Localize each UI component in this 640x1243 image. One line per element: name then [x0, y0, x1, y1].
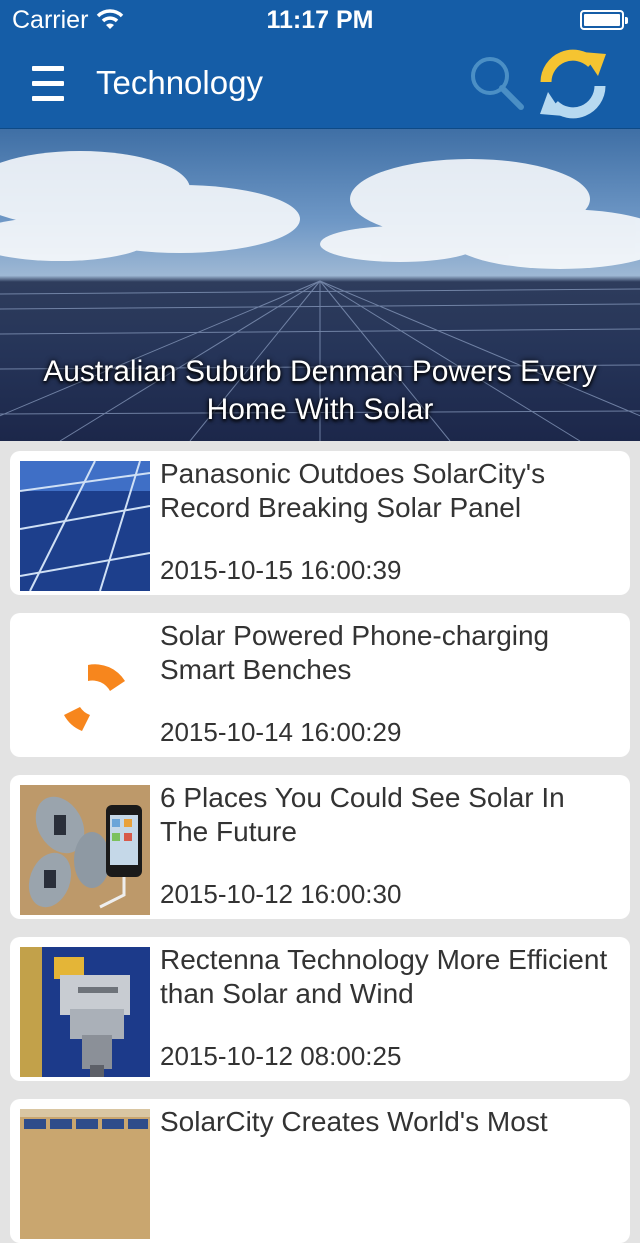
page-title: Technology [96, 64, 263, 101]
hero-title: Australian Suburb Denman Powers Every Ho… [43, 355, 597, 426]
article-title: Solar Powered Phone-charging Smart Bench… [160, 620, 550, 685]
article-date: 2015-10-12 08:00:25 [160, 1041, 402, 1071]
article-title: SolarCity Creates World's Most [160, 1106, 548, 1137]
header: Carrier 11:17 PM Technology [0, 0, 640, 129]
article-date: 2015-10-15 16:00:39 [160, 555, 402, 585]
nav-bar: Technology [0, 40, 640, 128]
menu-icon[interactable] [28, 62, 68, 106]
article-title: Panasonic Outdoes SolarCity's Record Bre… [160, 458, 546, 523]
status-bar: Carrier 11:17 PM [0, 0, 640, 40]
list-item[interactable]: 6 Places You Could See Solar In The Futu… [10, 775, 630, 919]
status-time: 11:17 PM [266, 6, 374, 34]
article-date: 2015-10-14 16:00:29 [160, 717, 402, 747]
list-item[interactable]: Solar Powered Phone-charging Smart Bench… [10, 613, 630, 757]
list-item[interactable]: Rectenna Technology More Efficient than … [10, 937, 630, 1081]
article-thumbnail [20, 785, 150, 915]
article-thumbnail [20, 461, 150, 591]
article-title: Rectenna Technology More Efficient than … [160, 944, 608, 1009]
refresh-icon[interactable] [534, 46, 612, 122]
article-thumbnail [20, 1109, 150, 1239]
hero-banner[interactable]: Australian Suburb Denman Powers Every Ho… [0, 129, 640, 441]
article-thumbnail [20, 623, 150, 753]
battery-icon [580, 10, 628, 30]
search-icon[interactable] [466, 52, 526, 112]
article-date: 2015-10-12 16:00:30 [160, 879, 402, 909]
list-item[interactable]: Panasonic Outdoes SolarCity's Record Bre… [10, 451, 630, 595]
article-thumbnail [20, 947, 150, 1077]
article-title: 6 Places You Could See Solar In The Futu… [160, 782, 565, 847]
list-item[interactable]: SolarCity Creates World's Most [10, 1099, 630, 1243]
